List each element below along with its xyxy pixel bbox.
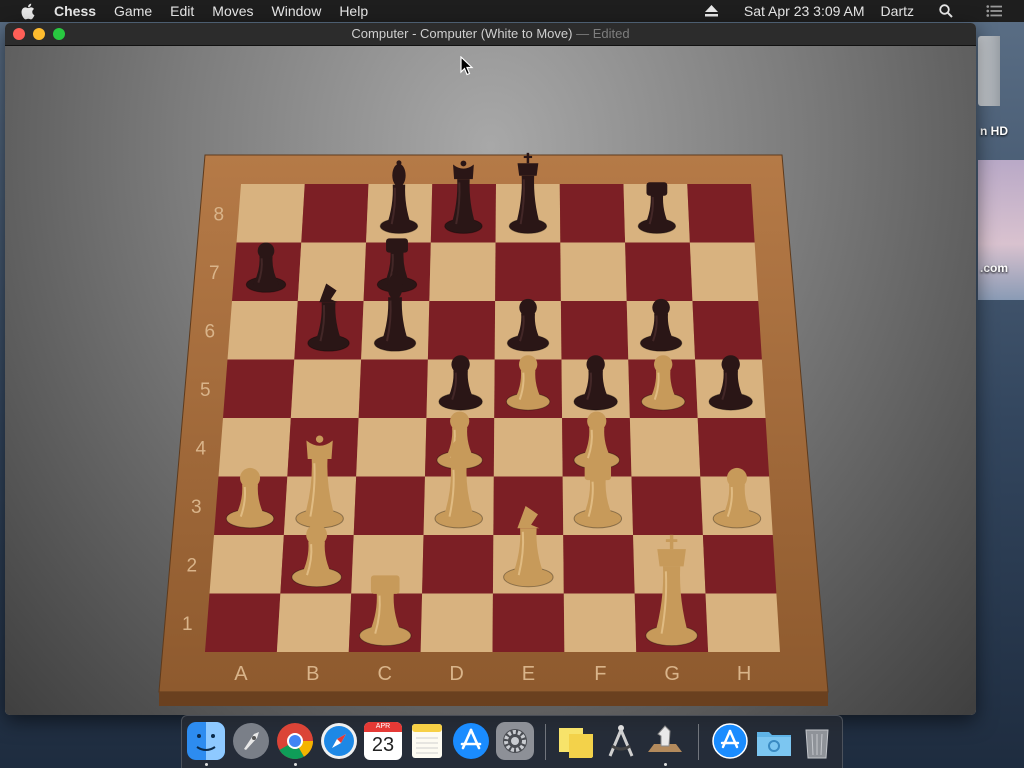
board-square-g3[interactable] bbox=[631, 476, 703, 536]
launchpad-icon[interactable] bbox=[232, 722, 270, 760]
menubar-user[interactable]: Dartz bbox=[873, 3, 922, 19]
dock: APR 23 bbox=[181, 715, 843, 768]
board-square-c4[interactable] bbox=[356, 418, 427, 477]
chess-board-3d[interactable]: A B C D E F G H 8 7 6 5 4 3 2 1 bbox=[5, 46, 976, 715]
board-square-d6[interactable] bbox=[427, 301, 496, 360]
board-square-f8[interactable] bbox=[559, 184, 626, 243]
file-label-c: C bbox=[377, 663, 391, 685]
notification-center-icon[interactable] bbox=[978, 3, 1010, 19]
calendar-day: 23 bbox=[371, 734, 395, 756]
board-square-e1[interactable] bbox=[492, 593, 565, 653]
app-store-icon[interactable] bbox=[452, 722, 490, 760]
calendar-month: APR bbox=[375, 723, 391, 730]
board-view[interactable]: A B C D E F G H 8 7 6 5 4 3 2 1 bbox=[5, 46, 976, 715]
rank-label-7: 7 bbox=[209, 263, 220, 284]
window-title-text: Computer - Computer (White to Move) bbox=[351, 26, 573, 41]
mouse-cursor-icon bbox=[460, 56, 474, 76]
file-label-a: A bbox=[234, 663, 248, 685]
apple-menu-icon[interactable] bbox=[20, 2, 38, 20]
hard-disk-icon[interactable] bbox=[978, 36, 1000, 106]
chess-running-indicator bbox=[664, 763, 667, 766]
board-square-c3[interactable] bbox=[353, 476, 425, 536]
board-square-a8[interactable] bbox=[236, 184, 305, 243]
board-square-h7[interactable] bbox=[689, 242, 759, 302]
menu-moves[interactable]: Moves bbox=[203, 0, 262, 22]
board-square-a2[interactable] bbox=[209, 535, 284, 594]
calendar-icon[interactable]: APR 23 bbox=[364, 722, 402, 760]
board-square-a4[interactable] bbox=[218, 418, 291, 477]
window-title-bar[interactable]: Computer - Computer (White to Move) — Ed… bbox=[5, 23, 976, 46]
menu-bar: Chess Game Edit Moves Window Help Sat Ap… bbox=[0, 0, 1024, 22]
eject-icon[interactable] bbox=[696, 3, 728, 19]
board-square-f2[interactable] bbox=[563, 535, 635, 594]
window-title: Computer - Computer (White to Move) — Ed… bbox=[5, 23, 976, 45]
menu-game[interactable]: Game bbox=[105, 0, 161, 22]
rank-label-1: 1 bbox=[182, 614, 193, 635]
menu-chess[interactable]: Chess bbox=[54, 0, 105, 22]
safari-icon[interactable] bbox=[320, 722, 358, 760]
board-square-f7[interactable] bbox=[560, 242, 627, 302]
rank-label-6: 6 bbox=[204, 321, 215, 342]
window-edited-status: — Edited bbox=[572, 26, 630, 41]
board-square-g4[interactable] bbox=[629, 418, 701, 477]
notes-icon[interactable] bbox=[408, 722, 446, 760]
board-square-h2[interactable] bbox=[702, 535, 777, 594]
board-square-a1[interactable] bbox=[205, 593, 281, 653]
board-square-f6[interactable] bbox=[560, 301, 629, 360]
board-square-b1[interactable] bbox=[276, 593, 352, 653]
rank-label-5: 5 bbox=[200, 380, 211, 401]
file-label-e: E bbox=[522, 663, 535, 685]
board-square-b5[interactable] bbox=[290, 359, 362, 419]
rank-label-2: 2 bbox=[186, 555, 197, 576]
board-square-d1[interactable] bbox=[420, 593, 493, 653]
trash-icon[interactable] bbox=[798, 722, 836, 760]
desktop-image-icon[interactable] bbox=[978, 160, 1024, 300]
board-square-a6[interactable] bbox=[227, 301, 298, 360]
board-frame-edge bbox=[159, 692, 828, 706]
board-square-h8[interactable] bbox=[687, 184, 755, 243]
board-square-c5[interactable] bbox=[358, 359, 428, 419]
board-square-e4[interactable] bbox=[493, 418, 563, 477]
rank-label-4: 4 bbox=[195, 438, 206, 459]
board-square-b8[interactable] bbox=[301, 184, 369, 243]
rank-label-3: 3 bbox=[191, 497, 202, 518]
board-square-e7[interactable] bbox=[495, 242, 561, 302]
chrome-running-indicator bbox=[294, 763, 297, 766]
dock-separator bbox=[545, 724, 546, 760]
board-square-d2[interactable] bbox=[422, 535, 494, 594]
board-square-h6[interactable] bbox=[692, 301, 762, 360]
file-label-g: G bbox=[664, 663, 680, 685]
desktop-file-label[interactable]: .com bbox=[980, 261, 1008, 275]
board-square-g7[interactable] bbox=[625, 242, 693, 302]
menu-window[interactable]: Window bbox=[263, 0, 331, 22]
board-square-h4[interactable] bbox=[697, 418, 770, 477]
finder-icon[interactable] bbox=[187, 722, 225, 760]
file-label-d: D bbox=[449, 663, 463, 685]
menu-edit[interactable]: Edit bbox=[161, 0, 203, 22]
spotlight-search-icon[interactable] bbox=[930, 3, 962, 19]
board-square-h1[interactable] bbox=[705, 593, 780, 653]
chess-window: Computer - Computer (White to Move) — Ed… bbox=[5, 23, 976, 715]
board-square-a5[interactable] bbox=[223, 359, 295, 419]
folder-icon[interactable] bbox=[755, 722, 793, 760]
rank-label-8: 8 bbox=[213, 204, 224, 225]
menu-help[interactable]: Help bbox=[330, 0, 377, 22]
app-store-downloads-icon[interactable] bbox=[711, 722, 749, 760]
stickies-icon[interactable] bbox=[557, 722, 595, 760]
hard-disk-label[interactable]: n HD bbox=[980, 124, 1008, 138]
chess-icon[interactable] bbox=[646, 722, 684, 760]
file-label-b: B bbox=[306, 663, 319, 685]
system-preferences-icon[interactable] bbox=[496, 722, 534, 760]
dock-separator bbox=[698, 724, 699, 760]
finder-running-indicator bbox=[205, 763, 208, 766]
menubar-clock[interactable]: Sat Apr 23 3:09 AM bbox=[736, 3, 873, 19]
file-label-f: F bbox=[594, 663, 606, 685]
board-square-d7[interactable] bbox=[429, 242, 496, 302]
instruments-icon[interactable] bbox=[602, 722, 640, 760]
file-label-h: H bbox=[737, 663, 751, 685]
chrome-icon[interactable] bbox=[276, 722, 314, 760]
board-square-f1[interactable] bbox=[563, 593, 637, 653]
board-squares bbox=[205, 184, 780, 652]
